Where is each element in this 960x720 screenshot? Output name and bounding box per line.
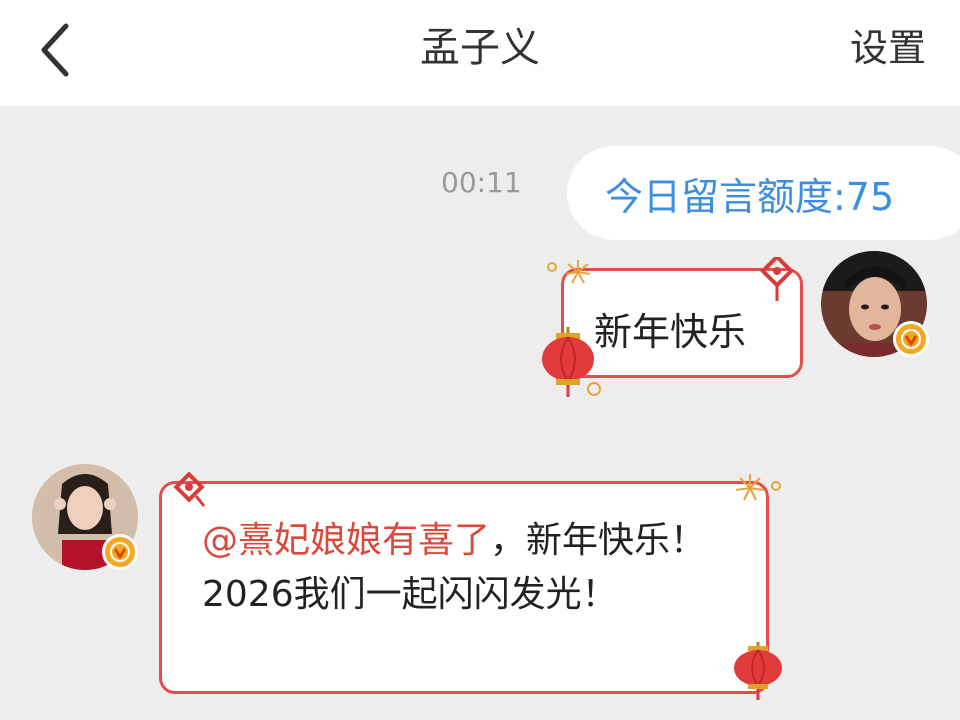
- mention-link[interactable]: @熹妃娘娘有喜了: [202, 520, 490, 561]
- quota-text: 今日留言额度:75: [605, 174, 895, 219]
- message-timestamp: 00:11: [441, 166, 522, 199]
- quota-bubble: 今日留言额度:75: [567, 146, 960, 240]
- verified-v-badge-icon: [110, 542, 130, 562]
- top-bar: 孟子义 设置: [0, 0, 960, 106]
- verified-badge: [893, 321, 929, 357]
- lantern-icon: [542, 327, 601, 397]
- contact-avatar-wrap[interactable]: [32, 464, 144, 576]
- verified-v-badge-icon: [901, 329, 921, 349]
- received-message-bubble[interactable]: @熹妃娘娘有喜了，新年快乐！2026我们一起闪闪发光！: [159, 471, 782, 700]
- lantern-icon: [734, 642, 782, 700]
- chinese-knot-icon: [173, 471, 206, 507]
- settings-button[interactable]: 设置: [850, 22, 926, 74]
- verified-badge: [102, 534, 138, 570]
- sender-avatar-wrap[interactable]: [821, 251, 933, 363]
- chinese-knot-icon: [760, 257, 794, 301]
- sent-message-text: 新年快乐: [594, 310, 747, 354]
- received-message-text: @熹妃娘娘有喜了，新年快乐！2026我们一起闪闪发光！: [202, 514, 722, 622]
- firework-icon: [547, 260, 591, 284]
- page-title: 孟子义: [420, 25, 540, 71]
- sent-message-bubble[interactable]: 新年快乐: [542, 257, 803, 397]
- firework-icon: [735, 474, 781, 501]
